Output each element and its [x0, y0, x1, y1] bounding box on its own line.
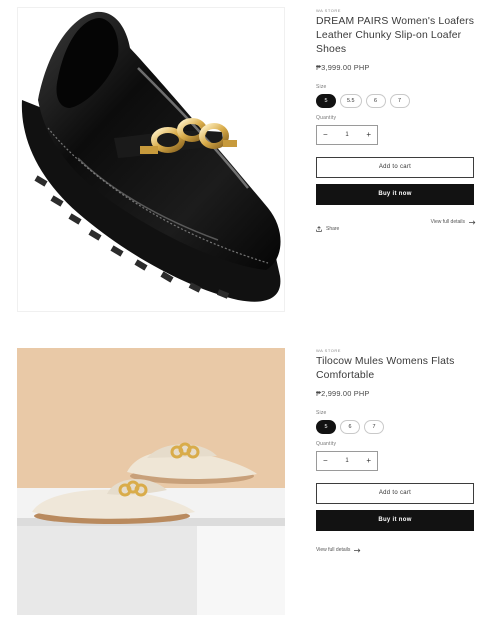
size-option-5[interactable]: 5 [316, 94, 336, 108]
size-option-7[interactable]: 7 [389, 94, 410, 108]
size-selector: 5 6 7 [316, 420, 476, 434]
product-links: View full details [316, 545, 476, 559]
mules-shoe-image [17, 348, 285, 615]
quantity-stepper: − 1 + [316, 125, 378, 145]
product-image-mules[interactable] [17, 348, 285, 615]
view-full-details-label: View full details [430, 219, 465, 225]
quantity-label: Quantity [316, 115, 337, 121]
product-card-loafer: WA STORE DREAM PAIRS Women's Loafers Lea… [0, 0, 500, 320]
product-title: Tilocow Mules Womens Flats Comfortable [316, 356, 455, 381]
size-option-6[interactable]: 6 [365, 94, 386, 108]
view-full-details-label: View full details [316, 547, 351, 553]
buy-it-now-button[interactable]: Buy it now [316, 184, 474, 205]
quantity-stepper: − 1 + [316, 451, 378, 471]
decrease-quantity-button[interactable]: − [323, 457, 328, 465]
view-full-details-link[interactable]: View full details [316, 547, 361, 553]
share-button[interactable]: Share [316, 226, 339, 232]
add-to-cart-button[interactable]: Add to cart [316, 483, 474, 504]
view-full-details-link[interactable]: View full details [431, 219, 476, 225]
buy-it-now-button[interactable]: Buy it now [316, 510, 474, 531]
increase-quantity-button[interactable]: + [366, 457, 371, 465]
quantity-value[interactable]: 1 [345, 458, 348, 464]
product-image-loafer[interactable] [17, 7, 285, 312]
product-card-mules: WA STORE Tilocow Mules Womens Flats Comf… [0, 338, 500, 628]
size-option-6[interactable]: 6 [340, 420, 360, 434]
product-info-loafer: WA STORE DREAM PAIRS Women's Loafers Lea… [316, 8, 476, 233]
increase-quantity-button[interactable]: + [366, 131, 371, 139]
arrow-right-icon [469, 220, 476, 224]
product-title: DREAM PAIRS Women's Loafers Leather Chun… [316, 16, 475, 55]
vendor-label: WA STORE [316, 8, 341, 13]
quantity-value[interactable]: 1 [345, 132, 348, 138]
size-option-5[interactable]: 5 [316, 420, 336, 434]
decrease-quantity-button[interactable]: − [323, 131, 328, 139]
product-links: Share View full details [316, 219, 476, 233]
product-price: ₱2,999.00 PHP [316, 389, 370, 398]
size-option-5-5[interactable]: 5.5 [340, 94, 362, 108]
size-label: Size [316, 410, 327, 416]
vendor-label: WA STORE [316, 348, 341, 353]
add-to-cart-button[interactable]: Add to cart [316, 157, 474, 178]
share-label: Share [326, 226, 340, 232]
product-info-mules: WA STORE Tilocow Mules Womens Flats Comf… [316, 348, 476, 559]
quantity-label: Quantity [316, 441, 337, 447]
arrow-right-icon [354, 548, 361, 552]
share-icon [316, 226, 322, 232]
product-price: ₱3,999.00 PHP [316, 63, 370, 72]
loafer-shoe-image [18, 8, 284, 311]
size-selector: 5 5.5 6 7 [316, 94, 476, 108]
size-option-7[interactable]: 7 [364, 420, 384, 434]
size-label: Size [316, 84, 327, 90]
